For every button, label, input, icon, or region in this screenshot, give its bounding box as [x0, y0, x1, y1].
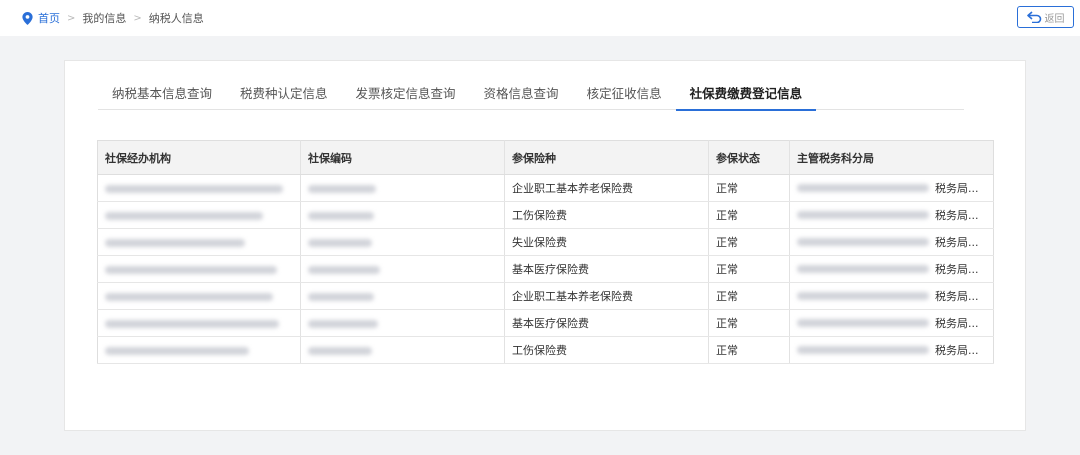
code-cell — [300, 336, 505, 364]
status-cell: 正常 — [708, 228, 790, 256]
tax-office-cell: 税务局... — [789, 309, 994, 337]
tax-office-cell: 税务局... — [789, 282, 994, 310]
redacted-text — [105, 319, 279, 328]
table-row: 失业保险费 正常 税务局... — [97, 228, 994, 256]
tab-tax-type-recognition[interactable]: 税费种认定信息 — [226, 78, 342, 110]
redacted-text — [797, 265, 929, 273]
breadcrumb: 首页 > 我的信息 > 纳税人信息 — [22, 10, 204, 26]
column-header-insurance-type: 参保险种 — [504, 140, 709, 175]
tab-bar: 纳税基本信息查询 税费种认定信息 发票核定信息查询 资格信息查询 核定征收信息 … — [98, 78, 964, 111]
tax-office-suffix: 税务局... — [935, 236, 979, 249]
status-cell: 正常 — [708, 174, 790, 202]
tax-office-cell: 税务局... — [789, 201, 994, 229]
table-row: 基本医疗保险费 正常 税务局... — [97, 309, 994, 337]
column-header-status: 参保状态 — [708, 140, 790, 175]
column-header-agency: 社保经办机构 — [97, 140, 301, 175]
redacted-text — [105, 346, 249, 355]
code-cell — [300, 174, 505, 202]
tab-assessed-collection[interactable]: 核定征收信息 — [573, 78, 676, 110]
status-cell: 正常 — [708, 336, 790, 364]
redacted-text — [797, 292, 929, 300]
tax-office-cell: 税务局... — [789, 336, 994, 364]
social-insurance-table: 社保经办机构 社保编码 参保险种 参保状态 主管税务科分局 企业职工基本养老保险… — [97, 140, 994, 364]
insurance-type-cell: 基本医疗保险费 — [504, 255, 709, 283]
redacted-text — [308, 265, 380, 274]
code-cell — [300, 201, 505, 229]
redacted-text — [797, 211, 929, 219]
agency-cell — [97, 228, 301, 256]
redacted-text — [308, 238, 372, 247]
redacted-text — [308, 292, 374, 301]
breadcrumb-separator: > — [67, 12, 76, 24]
status-cell: 正常 — [708, 309, 790, 337]
redacted-text — [797, 184, 929, 192]
status-cell: 正常 — [708, 201, 790, 229]
redacted-text — [797, 238, 929, 246]
column-header-code: 社保编码 — [300, 140, 505, 175]
code-cell — [300, 255, 505, 283]
back-button-label[interactable]: 返回 — [1045, 10, 1065, 25]
table-row: 基本医疗保险费 正常 税务局... — [97, 255, 994, 283]
tax-office-suffix: 税务局... — [935, 344, 979, 357]
insurance-type-cell: 基本医疗保险费 — [504, 309, 709, 337]
tax-office-suffix: 税务局... — [935, 290, 979, 303]
tab-social-insurance-registration[interactable]: 社保费缴费登记信息 — [675, 78, 817, 111]
insurance-type-cell: 工伤保险费 — [504, 336, 709, 364]
redacted-text — [797, 346, 929, 354]
status-cell: 正常 — [708, 255, 790, 283]
redacted-text — [797, 319, 929, 327]
agency-cell — [97, 255, 301, 283]
redacted-text — [105, 211, 263, 220]
redacted-text — [105, 265, 277, 274]
tax-office-suffix: 税务局... — [935, 182, 979, 195]
agency-cell — [97, 309, 301, 337]
table-row: 企业职工基本养老保险费 正常 税务局... — [97, 282, 994, 310]
redacted-text — [308, 211, 374, 220]
table-row: 企业职工基本养老保险费 正常 税务局... — [97, 174, 994, 202]
table-row: 工伤保险费 正常 税务局... — [97, 336, 994, 364]
insurance-type-cell: 企业职工基本养老保险费 — [504, 174, 709, 202]
agency-cell — [97, 282, 301, 310]
agency-cell — [97, 201, 301, 229]
tax-office-cell: 税务局... — [789, 255, 994, 283]
breadcrumb-my-info[interactable]: 我的信息 — [82, 10, 126, 26]
tab-basic-tax-info[interactable]: 纳税基本信息查询 — [98, 78, 226, 110]
insurance-type-cell: 失业保险费 — [504, 228, 709, 256]
tax-office-cell: 税务局... — [789, 228, 994, 256]
tax-office-cell: 税务局... — [789, 174, 994, 202]
code-cell — [300, 309, 505, 337]
agency-cell — [97, 336, 301, 364]
redacted-text — [308, 346, 372, 355]
insurance-type-cell: 企业职工基本养老保险费 — [504, 282, 709, 310]
code-cell — [300, 282, 505, 310]
redacted-text — [308, 184, 376, 193]
breadcrumb-home-label[interactable]: 首页 — [38, 10, 60, 26]
breadcrumb-separator: > — [133, 12, 142, 24]
status-cell: 正常 — [708, 282, 790, 310]
breadcrumb-home[interactable]: 首页 — [22, 10, 60, 26]
back-button[interactable]: 返回 — [1017, 6, 1074, 28]
location-pin-icon — [22, 11, 33, 25]
top-bar: 首页 > 我的信息 > 纳税人信息 返回 — [0, 0, 1080, 36]
redacted-text — [105, 292, 273, 301]
redacted-text — [105, 238, 245, 247]
insurance-type-cell: 工伤保险费 — [504, 201, 709, 229]
tax-office-suffix: 税务局... — [935, 209, 979, 222]
tax-office-suffix: 税务局... — [935, 263, 979, 276]
agency-cell — [97, 174, 301, 202]
breadcrumb-taxpayer-info: 纳税人信息 — [148, 12, 204, 25]
back-arrow-icon — [1026, 11, 1041, 23]
content-panel: 纳税基本信息查询 税费种认定信息 发票核定信息查询 资格信息查询 核定征收信息 … — [64, 60, 1026, 431]
redacted-text — [308, 319, 378, 328]
column-header-tax-office: 主管税务科分局 — [789, 140, 994, 175]
table-row: 工伤保险费 正常 税务局... — [97, 201, 994, 229]
redacted-text — [105, 184, 283, 193]
tax-office-suffix: 税务局... — [935, 317, 979, 330]
tab-invoice-approval[interactable]: 发票核定信息查询 — [342, 78, 470, 110]
code-cell — [300, 228, 505, 256]
table-header-row: 社保经办机构 社保编码 参保险种 参保状态 主管税务科分局 — [97, 140, 994, 175]
tab-qualification-info[interactable]: 资格信息查询 — [470, 78, 573, 110]
